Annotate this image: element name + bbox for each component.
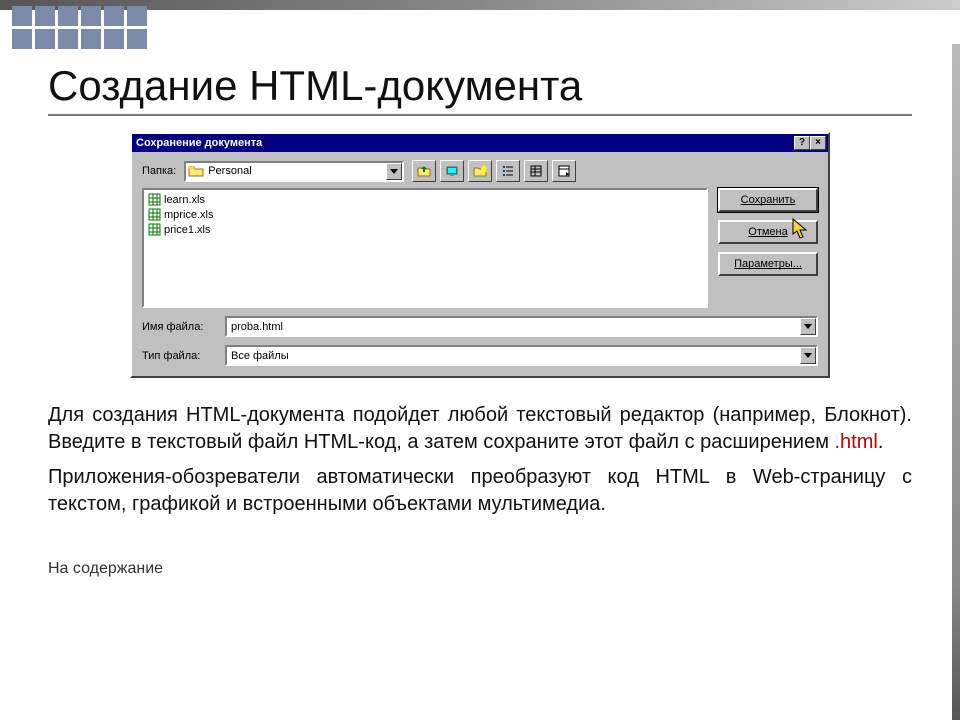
list-item[interactable]: mprice.xls <box>148 207 702 222</box>
close-button[interactable]: × <box>810 136 826 150</box>
toc-link[interactable]: На содержание <box>48 560 163 578</box>
body-paragraph-2: Приложения-обозреватели автоматически пр… <box>48 464 912 518</box>
slide-decoration-side <box>952 44 960 720</box>
dialog-title: Сохранение документа <box>136 137 794 149</box>
filename-label: Имя файла: <box>142 321 217 333</box>
chevron-down-icon[interactable] <box>386 163 402 180</box>
slide-decoration-top <box>0 0 960 44</box>
filetype-label: Тип файла: <box>142 350 217 362</box>
dialog-titlebar[interactable]: Сохранение документа ? × <box>132 134 828 152</box>
save-dialog: Сохранение документа ? × Папка: Personal <box>130 132 830 378</box>
filename-value: proba.html <box>227 321 800 333</box>
list-item[interactable]: price1.xls <box>148 222 702 237</box>
filetype-dropdown[interactable]: Все файлы <box>225 345 818 366</box>
folder-label: Папка: <box>142 165 176 177</box>
filetype-value: Все файлы <box>227 350 800 362</box>
file-list[interactable]: learn.xls mprice.xls price1.xls <box>142 188 708 308</box>
list-view-icon[interactable] <box>496 160 520 182</box>
filename-input[interactable]: proba.html <box>225 316 818 337</box>
spreadsheet-icon <box>148 193 161 206</box>
spreadsheet-icon <box>148 208 161 221</box>
page-title: Создание HTML-документа <box>48 62 912 116</box>
chevron-down-icon[interactable] <box>800 318 816 335</box>
help-button[interactable]: ? <box>794 136 810 150</box>
folder-icon <box>188 164 204 178</box>
dialog-toolbar <box>412 160 576 182</box>
new-folder-icon[interactable] <box>468 160 492 182</box>
decoration-grid <box>12 6 147 49</box>
folder-value: Personal <box>206 165 386 177</box>
spreadsheet-icon <box>148 223 161 236</box>
save-button[interactable]: Сохранить <box>718 188 818 212</box>
commands-icon[interactable] <box>552 160 576 182</box>
options-button[interactable]: Параметры... <box>718 252 818 276</box>
folder-dropdown[interactable]: Personal <box>184 161 404 182</box>
extension-highlight: .html <box>835 431 878 453</box>
desktop-icon[interactable] <box>440 160 464 182</box>
chevron-down-icon[interactable] <box>800 347 816 364</box>
body-paragraph-1: Для создания HTML-документа подойдет люб… <box>48 402 912 456</box>
list-item[interactable]: learn.xls <box>148 192 702 207</box>
up-folder-icon[interactable] <box>412 160 436 182</box>
details-view-icon[interactable] <box>524 160 548 182</box>
cancel-button[interactable]: Отмена <box>718 220 818 244</box>
